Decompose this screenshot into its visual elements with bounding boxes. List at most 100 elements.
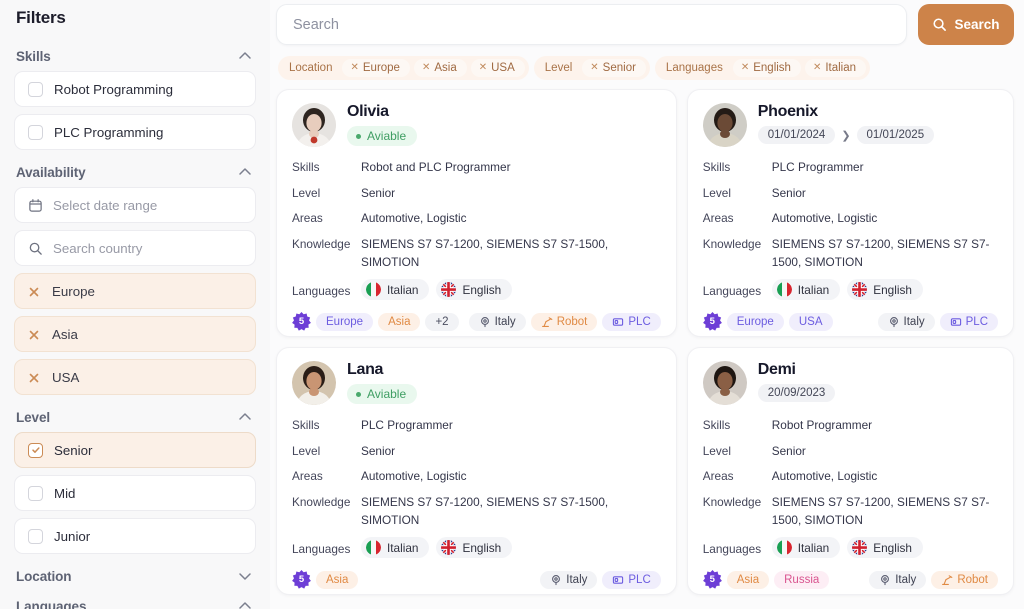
page-title: Filters [16, 8, 66, 27]
detail-value: Automotive, Logistic [771, 211, 878, 226]
chip-label: English [753, 62, 791, 74]
filter-option-robot-programming[interactable]: Robot Programming [14, 71, 256, 107]
chevron-up-icon [238, 49, 252, 63]
attribute-tag-label: Italy [494, 315, 516, 328]
avatar [702, 361, 747, 405]
remove-chip-icon[interactable]: ✕ [590, 63, 598, 73]
filter-option-plc-programming[interactable]: PLC Programming [14, 114, 256, 150]
location-tag-label: USA [52, 369, 80, 385]
selected-location-tag-asia[interactable]: Asia [14, 316, 256, 352]
chip-group-label: Level [544, 62, 573, 74]
candidate-card[interactable]: Demi 20/09/2023 Skills Robot Programmer Leve… [686, 347, 1014, 595]
detail-value: Senior [361, 443, 396, 458]
flag-italy-icon [366, 282, 381, 298]
region-tag[interactable]: Asia [726, 570, 770, 589]
region-tag-label: Russia [784, 573, 820, 586]
filter-section-header-availability[interactable]: Availability [14, 157, 256, 187]
filter-option-senior[interactable]: Senior [14, 432, 256, 468]
remove-chip-icon[interactable]: ✕ [813, 63, 821, 73]
chip-label: Senior [602, 62, 636, 74]
region-tag[interactable]: Asia [316, 570, 359, 589]
region-tag[interactable]: Europe [726, 312, 784, 331]
region-tag[interactable]: +2 [425, 312, 459, 331]
checkbox-icon[interactable] [28, 485, 43, 501]
filter-option-junior[interactable]: Junior [14, 518, 256, 554]
region-tag[interactable]: Russia [774, 570, 830, 589]
attribute-tag[interactable]: Italy [869, 570, 927, 589]
attribute-tag[interactable]: Italy [877, 312, 935, 331]
detail-row-areas: Areas Automotive, Logistic [292, 468, 661, 486]
country-search-input[interactable]: Search country [14, 230, 256, 266]
close-icon[interactable] [28, 328, 40, 340]
search-input[interactable]: Search [276, 4, 907, 45]
candidate-card[interactable]: Lana Aviable Skills PLC Programmer Level Seni… [276, 347, 677, 595]
detail-key: Languages [292, 284, 351, 299]
attribute-tag[interactable]: Robot [530, 312, 598, 331]
active-chip-asia[interactable]: ✕ Asia [413, 59, 467, 77]
selected-location-tag-usa[interactable]: USA [14, 359, 256, 395]
language-label: English [873, 540, 912, 555]
checkbox-icon[interactable] [28, 81, 43, 97]
filter-section-header-skills[interactable]: Skills [14, 41, 256, 71]
active-chip-italian[interactable]: ✕ Italian [804, 59, 867, 77]
card-detail-rows: Skills Robot and PLC Programmer Level Senio… [292, 159, 661, 302]
remove-chip-icon[interactable]: ✕ [350, 63, 358, 73]
filter-option-mid[interactable]: Mid [14, 475, 256, 511]
detail-value: PLC Programmer [361, 418, 453, 432]
detail-key: Knowledge [292, 237, 351, 252]
attribute-tag[interactable]: PLC [602, 312, 661, 331]
selected-location-tag-europe[interactable]: Europe [14, 273, 256, 309]
attribute-tag-label: Italy [895, 573, 917, 586]
active-chip-europe[interactable]: ✕ Europe [342, 59, 410, 77]
date-arrow-icon: ❯ [841, 129, 851, 142]
card-detail-rows: Skills PLC Programmer Level Senior Areas Auto… [292, 417, 661, 560]
attribute-tag[interactable]: PLC [939, 312, 998, 331]
checkbox-icon[interactable] [28, 528, 43, 544]
detail-key: Languages [702, 542, 762, 557]
detail-value: SIEMENS S7 S7-1200, SIEMENS S7 S7-1500, … [771, 237, 990, 269]
filter-section-label: Level [16, 409, 51, 425]
remove-chip-icon[interactable]: ✕ [422, 63, 430, 73]
region-tag[interactable]: Asia [378, 312, 421, 331]
status-badge: Aviable [347, 126, 418, 147]
card-header: Lana Aviable [292, 361, 661, 405]
region-tag-label: Europe [326, 315, 364, 328]
search-button[interactable]: Search [918, 4, 1014, 45]
flag-italy-icon [366, 540, 381, 556]
date-badge: 01/01/2025 [856, 126, 935, 145]
detail-value: SIEMENS S7 S7-1200, SIEMENS S7 S7-1500, … [771, 495, 990, 527]
attribute-tag[interactable]: Robot [931, 570, 998, 589]
filter-section-header-location[interactable]: Location [14, 561, 256, 591]
checkbox-icon[interactable] [28, 124, 43, 140]
candidate-name: Lana [347, 361, 384, 378]
active-chip-usa[interactable]: ✕ USA [470, 59, 525, 77]
match-count-value: 5 [709, 574, 715, 586]
filter-section-header-languages[interactable]: Languages [14, 591, 256, 609]
date-range-input[interactable]: Select date range [14, 187, 256, 223]
detail-key: Areas [292, 469, 323, 484]
remove-chip-icon[interactable]: ✕ [479, 63, 487, 73]
detail-key: Knowledge [702, 237, 762, 252]
attribute-tag[interactable]: Italy [468, 312, 526, 331]
flag-uk-icon [852, 282, 868, 298]
filter-section-header-level[interactable]: Level [14, 402, 256, 432]
close-icon[interactable] [28, 371, 40, 383]
card-footer-tags: 5 Asia Russia Italy Robot [702, 560, 998, 590]
attribute-tag[interactable]: PLC [602, 570, 661, 589]
candidate-name: Olivia [347, 103, 389, 120]
region-tag[interactable]: USA [788, 312, 833, 331]
checkbox-icon[interactable] [28, 442, 43, 458]
candidate-card[interactable]: Olivia Aviable Skills Robot and PLC Program… [276, 89, 677, 337]
location-tag-label: Asia [52, 326, 78, 342]
region-tag[interactable]: Europe [316, 312, 374, 331]
flag-uk-icon [441, 540, 457, 556]
detail-key: Level [702, 185, 731, 200]
attribute-tag[interactable]: Italy [540, 570, 598, 589]
remove-chip-icon[interactable]: ✕ [741, 63, 749, 73]
active-chip-english[interactable]: ✕ English [732, 59, 801, 77]
active-chip-senior[interactable]: ✕ Senior [582, 59, 646, 77]
close-icon[interactable] [28, 285, 40, 297]
detail-value: Robot and PLC Programmer [361, 160, 511, 174]
candidate-card[interactable]: Phoenix 01/01/2024 ❯ 01/01/2025 Skills PLC Pr… [686, 89, 1014, 337]
plc-chip-icon [950, 316, 962, 328]
